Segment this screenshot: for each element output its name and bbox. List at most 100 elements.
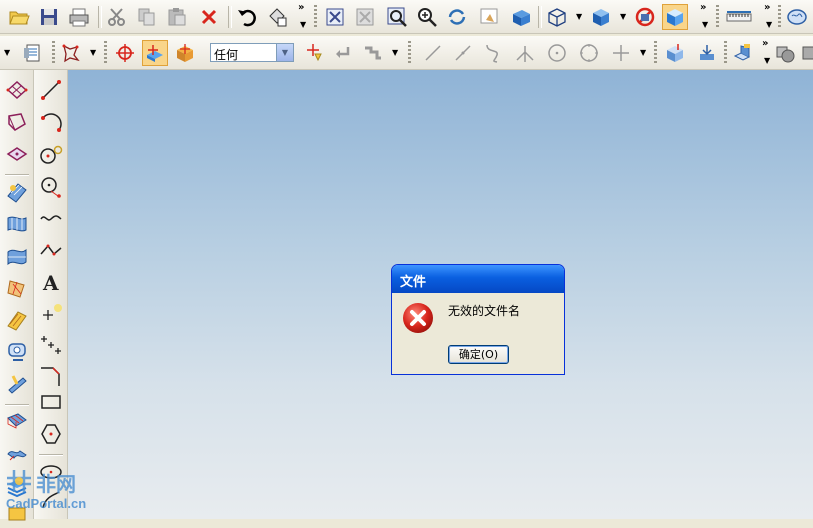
chevron-down-icon[interactable]: ▼ <box>392 49 398 57</box>
curve-icon[interactable] <box>480 40 506 66</box>
wireframe-cube-icon[interactable] <box>544 4 570 30</box>
revolve-icon[interactable] <box>694 40 720 66</box>
spline-tool-icon[interactable] <box>37 204 65 232</box>
plus-icon[interactable] <box>608 40 634 66</box>
surface-ruled-icon[interactable] <box>3 210 31 238</box>
save-icon[interactable] <box>36 4 62 30</box>
chevron-down-icon[interactable]: ▼ <box>620 13 626 21</box>
overflow-chevron-icon[interactable]: » <box>764 2 770 13</box>
paint-icon[interactable] <box>264 4 290 30</box>
surface-loft-icon[interactable] <box>3 178 31 206</box>
surface-boundary-icon[interactable] <box>3 108 31 136</box>
measure-icon[interactable] <box>724 4 754 30</box>
chevron-down-icon[interactable]: ▼ <box>702 21 708 29</box>
surface-flat-icon[interactable] <box>3 440 31 468</box>
rectangle-tool-icon[interactable] <box>37 388 65 416</box>
zoom-in-icon[interactable] <box>414 4 440 30</box>
extrude-icon[interactable] <box>662 40 688 66</box>
surface-swept-icon[interactable] <box>3 242 31 270</box>
rotate-icon[interactable] <box>444 4 470 30</box>
select-body-icon[interactable] <box>172 40 198 66</box>
crosshair-icon[interactable] <box>112 40 138 66</box>
wireframe-toolbar: A <box>34 70 68 519</box>
print-icon[interactable] <box>66 4 92 30</box>
copy-icon[interactable] <box>134 4 160 30</box>
toolbar-grip[interactable] <box>654 41 657 65</box>
toolbar-grip[interactable] <box>104 41 107 65</box>
box-icon[interactable] <box>508 4 534 30</box>
svg-text:A: A <box>42 271 59 294</box>
surface-fillet-icon[interactable] <box>3 370 31 398</box>
sweep-icon[interactable] <box>730 40 756 66</box>
circle-tool-icon[interactable] <box>37 172 65 200</box>
fit-view-icon[interactable] <box>322 4 348 30</box>
line-points-icon[interactable] <box>450 40 476 66</box>
zoom-box-icon[interactable] <box>384 4 410 30</box>
surface-trim-icon[interactable] <box>3 338 31 366</box>
chevron-down-icon[interactable]: ▼ <box>576 13 582 21</box>
snap-icon[interactable] <box>58 40 84 66</box>
arc-tool-icon[interactable] <box>37 108 65 136</box>
toolbar-grip[interactable] <box>716 5 719 29</box>
surface-revolved-icon[interactable] <box>3 274 31 302</box>
filter-icon[interactable] <box>300 40 326 66</box>
chevron-down-icon[interactable]: ▼ <box>4 49 10 57</box>
dialog-title: 文件 <box>400 275 427 290</box>
surface-offset-icon[interactable] <box>3 306 31 334</box>
chevron-down-icon[interactable]: ▼ <box>90 49 96 57</box>
surface-grid-icon[interactable] <box>3 76 31 104</box>
circle-tangent-icon[interactable] <box>37 140 65 168</box>
point-tool-icon[interactable] <box>37 300 65 328</box>
open-folder-icon[interactable] <box>6 4 32 30</box>
toolbar-separator <box>538 6 542 28</box>
polygon-tool-icon[interactable] <box>37 420 65 448</box>
text-tool-icon[interactable]: A <box>37 268 65 296</box>
circle-point-icon[interactable] <box>544 40 570 66</box>
overflow-chevron-icon[interactable]: » <box>298 2 304 13</box>
points-tool-icon[interactable] <box>37 332 65 360</box>
select-face-icon[interactable] <box>142 40 168 66</box>
ok-button[interactable]: 确定(O) <box>448 345 509 364</box>
chevron-down-icon[interactable]: ▼ <box>276 44 293 61</box>
shell-icon[interactable] <box>798 40 813 66</box>
chamfer-tool-icon[interactable] <box>37 362 65 390</box>
layer-icon[interactable] <box>20 40 46 66</box>
overflow-chevron-icon[interactable]: » <box>762 38 768 49</box>
toolbar-grip[interactable] <box>314 5 317 29</box>
surface-patch-icon[interactable] <box>3 140 31 168</box>
chevron-down-icon[interactable]: ▼ <box>640 49 646 57</box>
surface-toolbar <box>0 70 34 521</box>
hidden-icon[interactable] <box>632 4 658 30</box>
return-icon[interactable] <box>330 40 356 66</box>
toolbar-grip[interactable] <box>778 5 781 29</box>
bisector-icon[interactable] <box>512 40 538 66</box>
toolbar-grip[interactable] <box>408 41 411 65</box>
selection-filter-select[interactable]: 任何 ▼ <box>210 43 294 62</box>
undo-icon[interactable] <box>234 4 260 30</box>
chevron-down-icon[interactable]: ▼ <box>764 57 770 65</box>
circle-icon[interactable] <box>576 40 602 66</box>
zoom-window-icon[interactable] <box>352 4 378 30</box>
line-icon[interactable] <box>420 40 446 66</box>
steps-icon[interactable] <box>360 40 386 66</box>
toolbar-grip[interactable] <box>724 41 727 65</box>
chevron-down-icon[interactable]: ▼ <box>300 21 306 29</box>
boolean-icon[interactable] <box>772 40 798 66</box>
polyline-tool-icon[interactable] <box>37 236 65 264</box>
brain-icon[interactable] <box>784 4 810 30</box>
overflow-chevron-icon[interactable]: » <box>700 2 706 13</box>
toolbar-grip[interactable] <box>52 41 55 65</box>
pan-icon[interactable] <box>476 4 502 30</box>
line-tool-icon[interactable] <box>37 76 65 104</box>
error-icon <box>403 303 433 333</box>
error-dialog: 文件 无效的文件名 确定(O) <box>391 264 565 375</box>
chevron-down-icon[interactable]: ▼ <box>766 21 772 29</box>
dialog-titlebar[interactable]: 文件 <box>392 265 564 293</box>
toolbar-separator <box>98 6 102 28</box>
delete-icon[interactable] <box>196 4 222 30</box>
shaded-cube-icon[interactable] <box>588 4 614 30</box>
cut-icon[interactable] <box>104 4 130 30</box>
shaded-view-icon[interactable] <box>662 4 688 30</box>
paste-icon[interactable] <box>164 4 190 30</box>
surface-mesh-icon[interactable] <box>3 408 31 436</box>
